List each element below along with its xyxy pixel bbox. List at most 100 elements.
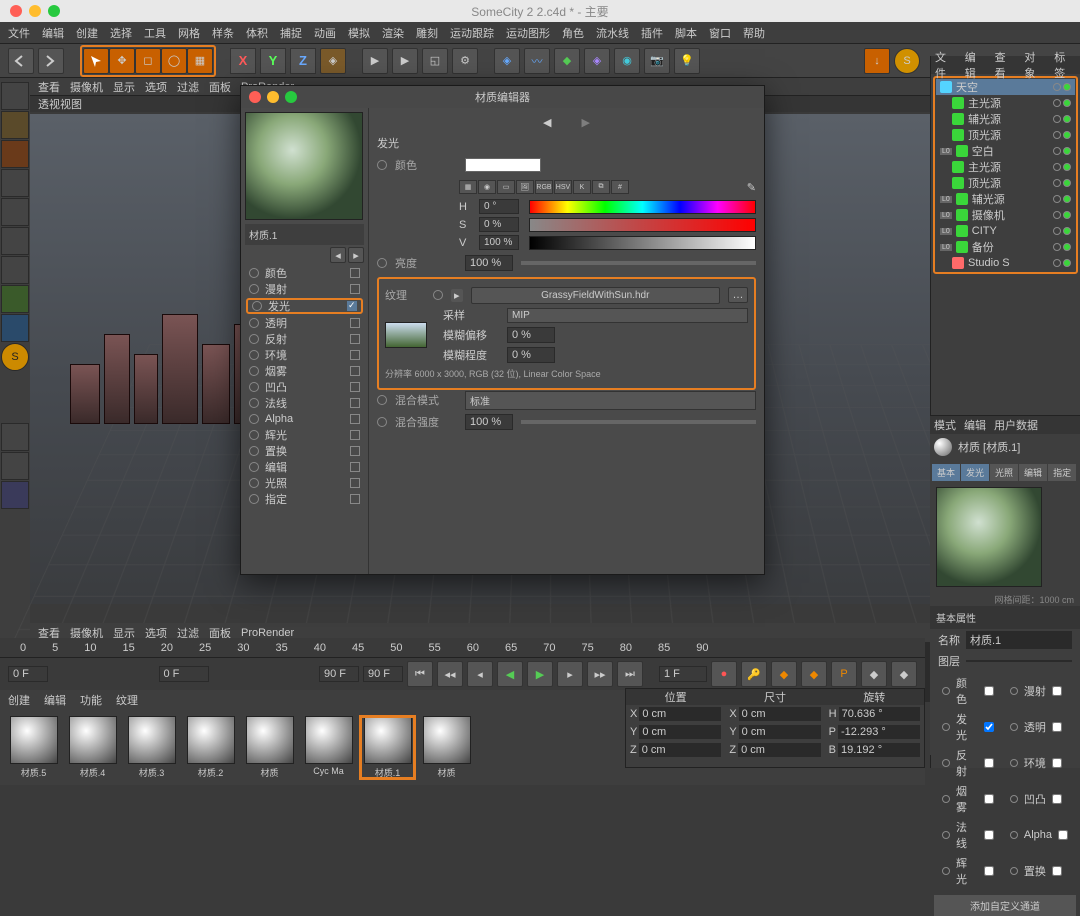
material-材质.5[interactable]: 材质.5 xyxy=(6,716,61,779)
channel-Alpha[interactable]: Alpha xyxy=(245,411,364,427)
render-settings-button[interactable]: ⚙ xyxy=(452,48,478,74)
channel-check-漫射[interactable]: 漫射 xyxy=(1002,673,1076,709)
cube-primitive[interactable]: ◈ xyxy=(494,48,520,74)
nav-fwd-icon[interactable]: ▶ xyxy=(582,116,590,129)
traffic-lights[interactable] xyxy=(10,5,60,17)
keyframe-param-icon[interactable]: ◆ xyxy=(861,661,887,687)
scale-tool[interactable]: ◻ xyxy=(135,48,161,74)
channel-颜色[interactable]: 颜色 xyxy=(245,265,364,281)
material-材质.1[interactable]: 材质.1 xyxy=(360,716,415,779)
menu-创建[interactable]: 创建 xyxy=(76,25,98,41)
tree-row-摄像机[interactable]: L0摄像机 xyxy=(936,207,1075,223)
view-menu-item[interactable]: 查看 xyxy=(38,79,60,95)
tree-row-主光源[interactable]: 主光源 xyxy=(936,159,1075,175)
sat-field[interactable]: 0 % xyxy=(479,217,519,232)
color-enable-radio[interactable] xyxy=(377,160,387,170)
channel-透明[interactable]: 透明 xyxy=(245,315,364,331)
deformer[interactable]: ◈ xyxy=(584,48,610,74)
material-preview[interactable] xyxy=(245,112,363,220)
attr-tabs[interactable]: 基本发光光照编辑指定 xyxy=(932,464,1078,481)
edge-mode-icon[interactable] xyxy=(1,227,29,255)
start-frame[interactable]: 0 F xyxy=(8,666,48,682)
tex-browse-icon[interactable]: … xyxy=(728,287,748,303)
attr-tab[interactable]: 编辑 xyxy=(1019,464,1047,481)
menu-帮助[interactable]: 帮助 xyxy=(743,25,765,41)
attr-tab[interactable]: 发光 xyxy=(961,464,989,481)
lock-icon[interactable] xyxy=(1,481,29,509)
tex-menu-icon[interactable]: ▸ xyxy=(451,289,463,302)
channel-check-辉光[interactable]: 辉光 xyxy=(934,853,1002,889)
next-frame-icon[interactable]: ▸ xyxy=(557,661,583,687)
camera[interactable]: 📷 xyxy=(644,48,670,74)
tree-row-CITY[interactable]: L0CITY xyxy=(936,223,1075,239)
brightness-field[interactable]: 100 % xyxy=(465,255,513,271)
tree-row-Studio S[interactable]: Studio S xyxy=(936,255,1075,271)
menu-脚本[interactable]: 脚本 xyxy=(675,25,697,41)
tree-row-空白[interactable]: L0空白 xyxy=(936,143,1075,159)
material-材质.3[interactable]: 材质.3 xyxy=(124,716,179,779)
channel-凹凸[interactable]: 凹凸 xyxy=(245,379,364,395)
minimize-icon[interactable] xyxy=(29,5,41,17)
menu-编辑[interactable]: 编辑 xyxy=(42,25,64,41)
wheel-icon[interactable]: ◉ xyxy=(478,180,496,194)
channel-check-环境[interactable]: 环境 xyxy=(1002,745,1076,781)
tree-row-顶光源[interactable]: 顶光源 xyxy=(936,127,1075,143)
menu-角色[interactable]: 角色 xyxy=(562,25,584,41)
om-tab[interactable]: 标签 xyxy=(1054,49,1076,81)
render-pv-button[interactable]: ▶ xyxy=(392,48,418,74)
mix-mode-dropdown[interactable]: 标准 xyxy=(465,391,756,410)
size-Z[interactable]: 0 cm xyxy=(738,743,821,757)
tree-row-顶光源[interactable]: 顶光源 xyxy=(936,175,1075,191)
coord-system[interactable]: ◈ xyxy=(320,48,346,74)
mat-tab[interactable]: 功能 xyxy=(80,692,102,708)
rot-B[interactable]: 19.192 ° xyxy=(838,743,920,757)
play-back-icon[interactable]: ◀ xyxy=(497,661,523,687)
material-材质.2[interactable]: 材质.2 xyxy=(183,716,238,779)
timeline-ruler[interactable]: 051015202530354045505560657075808590 xyxy=(0,638,925,658)
rot-H[interactable]: 70.636 ° xyxy=(839,707,920,721)
hue-field[interactable]: 0 ° xyxy=(479,199,519,214)
menu-捕捉[interactable]: 捕捉 xyxy=(280,25,302,41)
channel-check-烟雾[interactable]: 烟雾 xyxy=(934,781,1002,817)
mixer-icon[interactable]: ⧉ xyxy=(592,180,610,194)
render-button[interactable]: ▶ xyxy=(362,48,388,74)
autokey-icon[interactable]: 🔑 xyxy=(741,661,767,687)
blur-offset-field[interactable]: 0 % xyxy=(507,327,555,343)
mat-tab[interactable]: 编辑 xyxy=(44,692,66,708)
channel-check-Alpha[interactable]: Alpha xyxy=(1002,817,1076,853)
next-key-icon[interactable]: ▸▸ xyxy=(587,661,613,687)
tree-row-辅光源[interactable]: L0辅光源 xyxy=(936,191,1075,207)
menu-工具[interactable]: 工具 xyxy=(144,25,166,41)
tree-row-辅光源[interactable]: 辅光源 xyxy=(936,111,1075,127)
axis-mode-icon[interactable] xyxy=(1,285,29,313)
axis-z-toggle[interactable]: Z xyxy=(290,48,316,74)
tree-row-天空[interactable]: 天空 xyxy=(936,79,1075,95)
menu-窗口[interactable]: 窗口 xyxy=(709,25,731,41)
next-mat-icon[interactable]: ▸ xyxy=(348,247,364,263)
axis-x-toggle[interactable]: X xyxy=(230,48,256,74)
prev-key-icon[interactable]: ◂◂ xyxy=(437,661,463,687)
nav-back-icon[interactable]: ◀ xyxy=(543,116,551,129)
name-field[interactable]: 名称材质.1 xyxy=(930,629,1080,651)
model-mode-icon[interactable] xyxy=(1,111,29,139)
view-menu-item[interactable]: 显示 xyxy=(113,79,135,95)
workplane-icon[interactable] xyxy=(1,169,29,197)
spline-primitive[interactable]: 〰 xyxy=(524,48,550,74)
zoom-icon[interactable] xyxy=(48,5,60,17)
goto-end-icon[interactable]: ⏭ xyxy=(617,661,643,687)
end-frame-2[interactable]: 90 F xyxy=(363,666,403,682)
menu-雕刻[interactable]: 雕刻 xyxy=(416,25,438,41)
mix-strength-field[interactable]: 100 % xyxy=(465,414,513,430)
play-fwd-icon[interactable]: ▶ xyxy=(527,661,553,687)
keyframe-rot-icon[interactable]: P xyxy=(831,661,857,687)
picture-icon[interactable]: 🖼 xyxy=(516,180,534,194)
texture-thumbnail[interactable] xyxy=(385,322,427,348)
environment[interactable]: ◉ xyxy=(614,48,640,74)
brightness-slider[interactable] xyxy=(521,261,756,265)
keyframe-scale-icon[interactable]: ◆ xyxy=(801,661,827,687)
generator[interactable]: ◆ xyxy=(554,48,580,74)
color-swatch[interactable] xyxy=(465,158,541,172)
rotate-tool[interactable]: ◯ xyxy=(161,48,187,74)
view-menu-item[interactable]: 面板 xyxy=(209,79,231,95)
xray-icon[interactable] xyxy=(1,452,29,480)
